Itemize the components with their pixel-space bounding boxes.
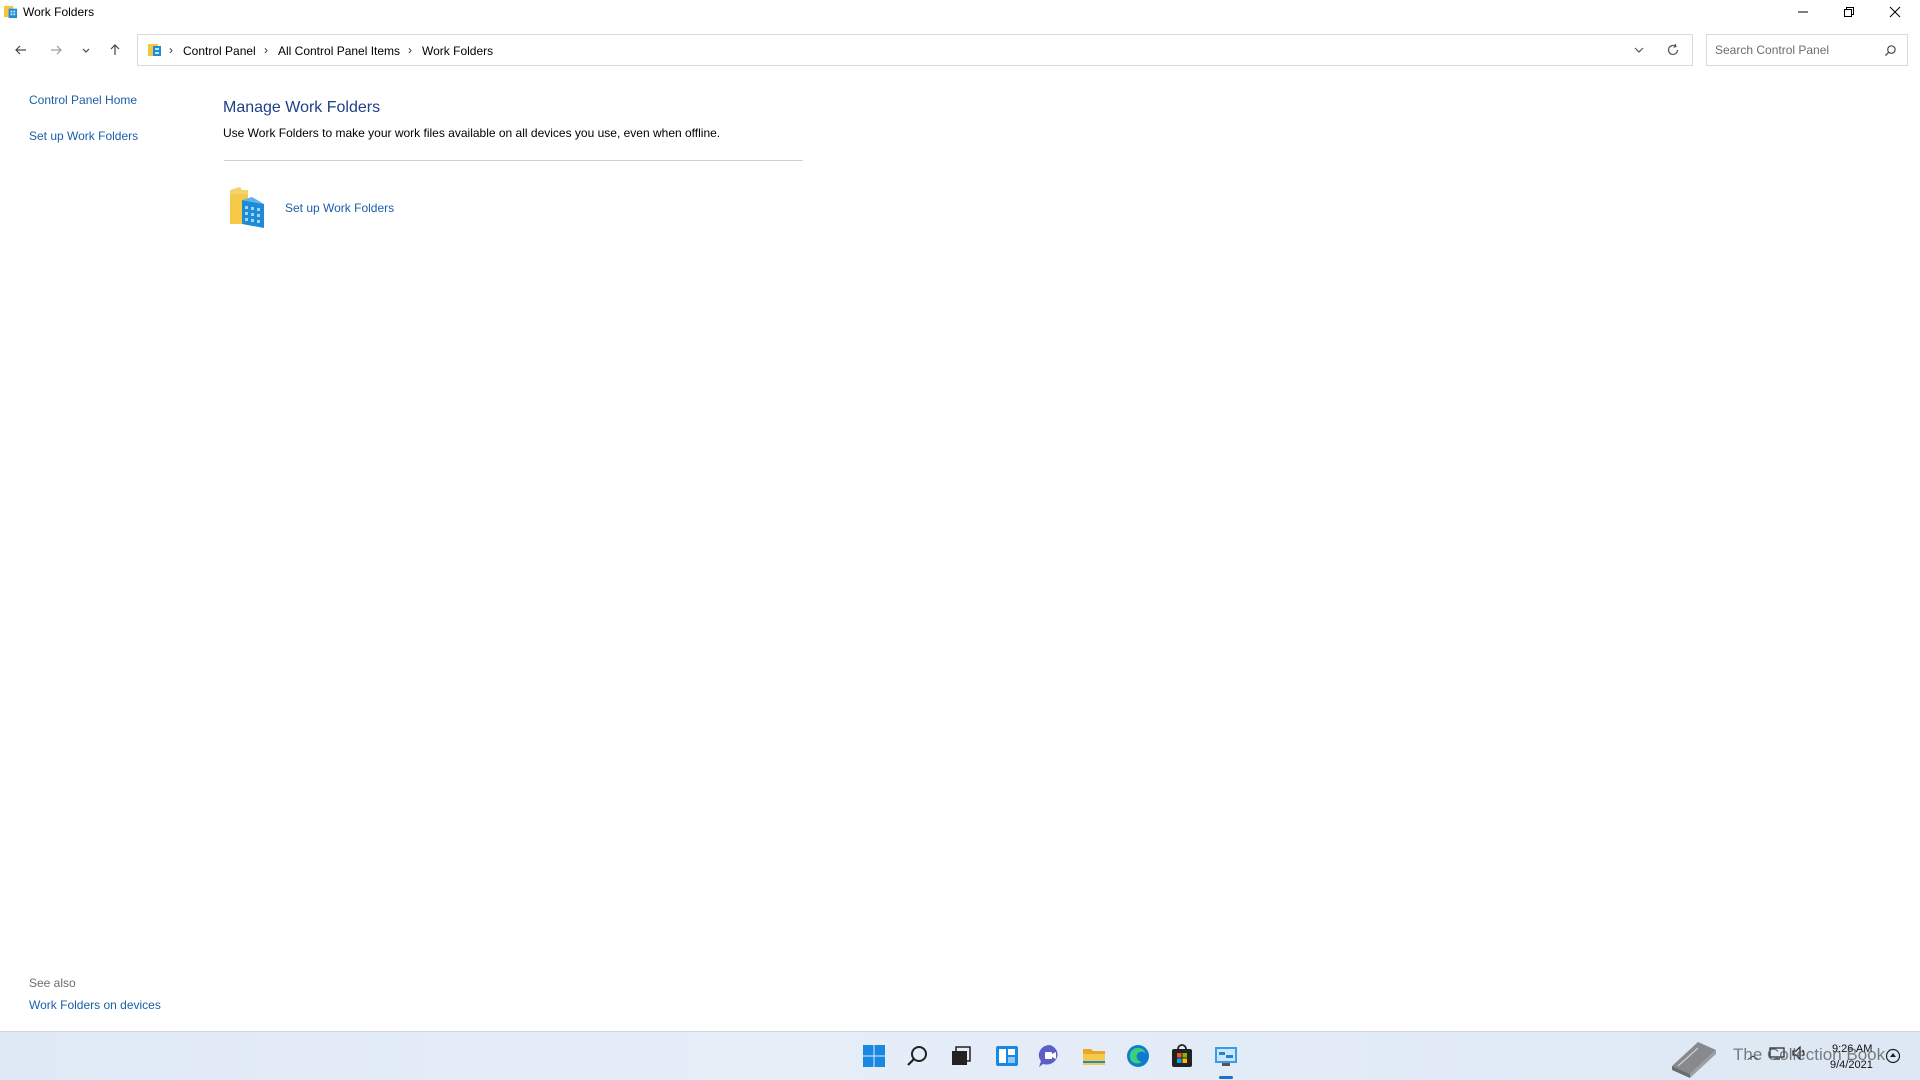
close-icon [1889,6,1901,18]
taskbar-search-button[interactable] [903,1041,933,1071]
navigation-row: › Control Panel › All Control Panel Item… [0,33,1920,67]
set-up-work-folders-link[interactable]: Set up Work Folders [285,201,394,215]
control-panel-taskbar-button[interactable] [1211,1041,1241,1071]
control-panel-icon [148,44,161,56]
taskbar: ︿ 9:26 AM 9/4/2021 [0,1031,1920,1080]
search-icon[interactable] [1884,44,1897,57]
address-bar[interactable]: › Control Panel › All Control Panel Item… [137,34,1693,66]
search-icon [907,1046,927,1066]
store-icon [1172,1044,1192,1067]
minimize-icon [1798,11,1808,13]
chat-icon [1038,1044,1058,1067]
search-input[interactable] [1715,42,1875,58]
edge-icon [1127,1045,1149,1067]
breadcrumb-all-control-panel-items[interactable]: All Control Panel Items [278,44,400,58]
chat-button[interactable] [1035,1041,1065,1071]
edge-button[interactable] [1123,1041,1153,1071]
arrow-up-icon [110,44,120,55]
work-folders-on-devices-link[interactable]: Work Folders on devices [29,998,161,1012]
widgets-icon [996,1046,1018,1066]
page-description: Use Work Folders to make your work files… [223,126,721,140]
arrow-right-icon [51,45,62,55]
active-app-indicator [1219,1076,1233,1079]
close-button[interactable] [1872,0,1918,24]
watermark-text: The Collection Book [1733,1045,1886,1064]
back-button[interactable] [10,39,32,61]
breadcrumb-work-folders[interactable]: Work Folders [422,44,493,58]
address-history-chevron-down-icon[interactable] [1632,43,1646,57]
breadcrumb-separator[interactable]: › [264,43,268,57]
store-button[interactable] [1167,1041,1197,1071]
control-panel-icon [1215,1047,1237,1066]
title-bar: Work Folders [0,0,1920,24]
file-explorer-button[interactable] [1079,1041,1109,1071]
refresh-icon[interactable] [1666,43,1680,57]
widgets-button[interactable] [992,1041,1022,1071]
forward-button[interactable] [45,39,67,61]
minimize-button[interactable] [1780,0,1826,24]
left-pane [0,80,200,1020]
windows-start-icon [863,1045,885,1067]
task-view-button[interactable] [946,1041,976,1071]
breadcrumb-separator[interactable]: › [169,43,173,57]
divider [224,160,803,161]
task-view-icon [952,1046,971,1065]
recent-locations-button[interactable] [75,39,97,61]
work-folders-app-icon [3,5,18,19]
chevron-down-icon [82,48,90,53]
restore-icon [1844,7,1854,17]
window-title: Work Folders [23,5,95,19]
restore-button[interactable] [1826,0,1872,24]
breadcrumb-control-panel[interactable]: Control Panel [183,44,256,58]
breadcrumb-separator[interactable]: › [408,43,412,57]
start-button[interactable] [859,1041,889,1071]
book-watermark-icon [1672,1042,1716,1078]
control-panel-home-link[interactable]: Control Panel Home [29,93,137,107]
arrow-left-icon [15,45,26,55]
see-also-heading: See also [29,976,76,990]
up-button[interactable] [104,39,126,61]
page-title: Manage Work Folders [223,99,381,116]
search-box[interactable] [1706,34,1908,66]
notifications-icon[interactable] [1885,1048,1901,1064]
set-up-work-folders-side-link[interactable]: Set up Work Folders [29,129,138,143]
work-folders-icon[interactable] [228,184,268,230]
file-explorer-icon [1083,1049,1105,1065]
